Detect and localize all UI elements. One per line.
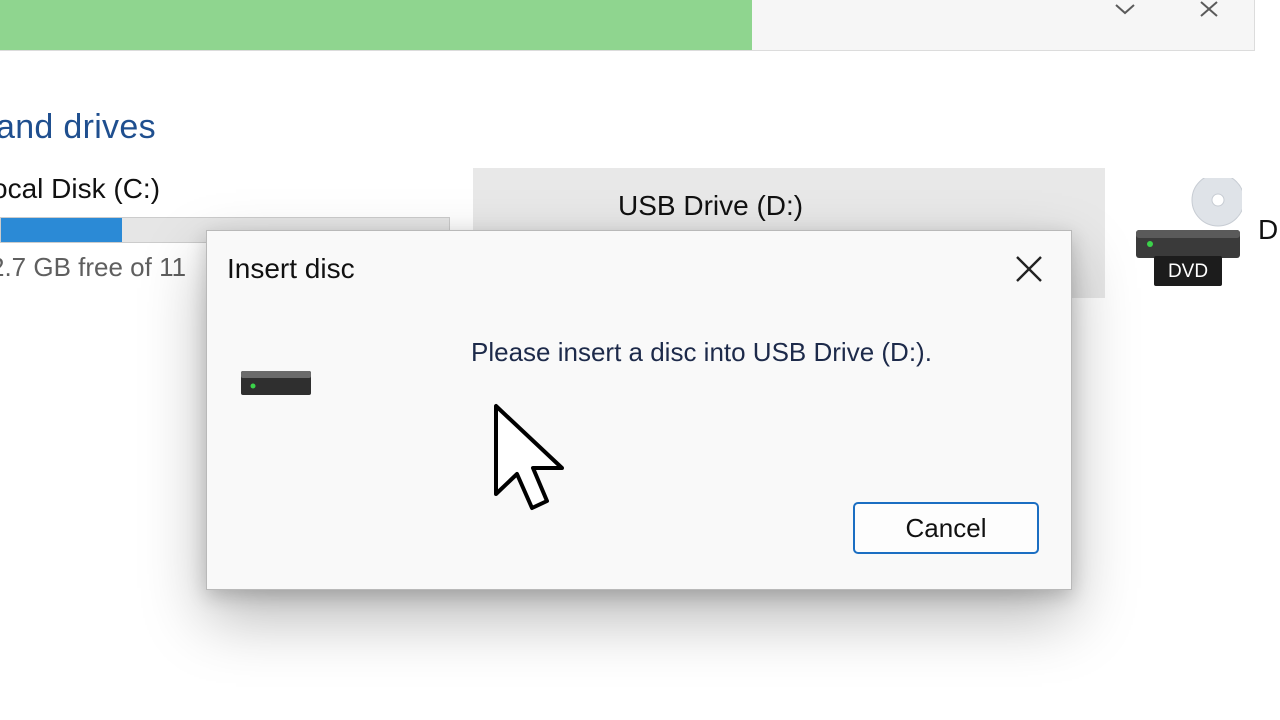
close-icon[interactable] [1007, 249, 1051, 289]
local-disk-c-usage-fill [1, 218, 122, 242]
top-bar [0, 0, 1255, 51]
cancel-button[interactable]: Cancel [853, 502, 1039, 554]
dvd-badge: DVD [1168, 261, 1208, 282]
chevron-down-icon[interactable] [1110, 0, 1140, 22]
usb-drive-d-label: USB Drive (D:) [618, 190, 804, 221]
copy-progress-bar [0, 0, 753, 50]
close-icon[interactable] [1194, 0, 1224, 22]
mouse-cursor-icon [492, 402, 570, 514]
removable-drive-icon [239, 367, 313, 399]
dvd-drive-label[interactable]: D [1258, 214, 1278, 246]
dialog-title: Insert disc [227, 253, 355, 284]
local-disk-c-free-space: 2.7 GB free of 11 [0, 252, 187, 282]
local-disk-c-label[interactable]: ocal Disk (C:) [0, 173, 160, 205]
insert-disc-dialog: Insert disc Please insert a disc into US… [206, 230, 1072, 590]
dialog-message: Please insert a disc into USB Drive (D:)… [471, 337, 932, 367]
devices-and-drives-heading: and drives [0, 108, 156, 146]
dvd-drive-icon[interactable]: DVD [1134, 173, 1245, 288]
